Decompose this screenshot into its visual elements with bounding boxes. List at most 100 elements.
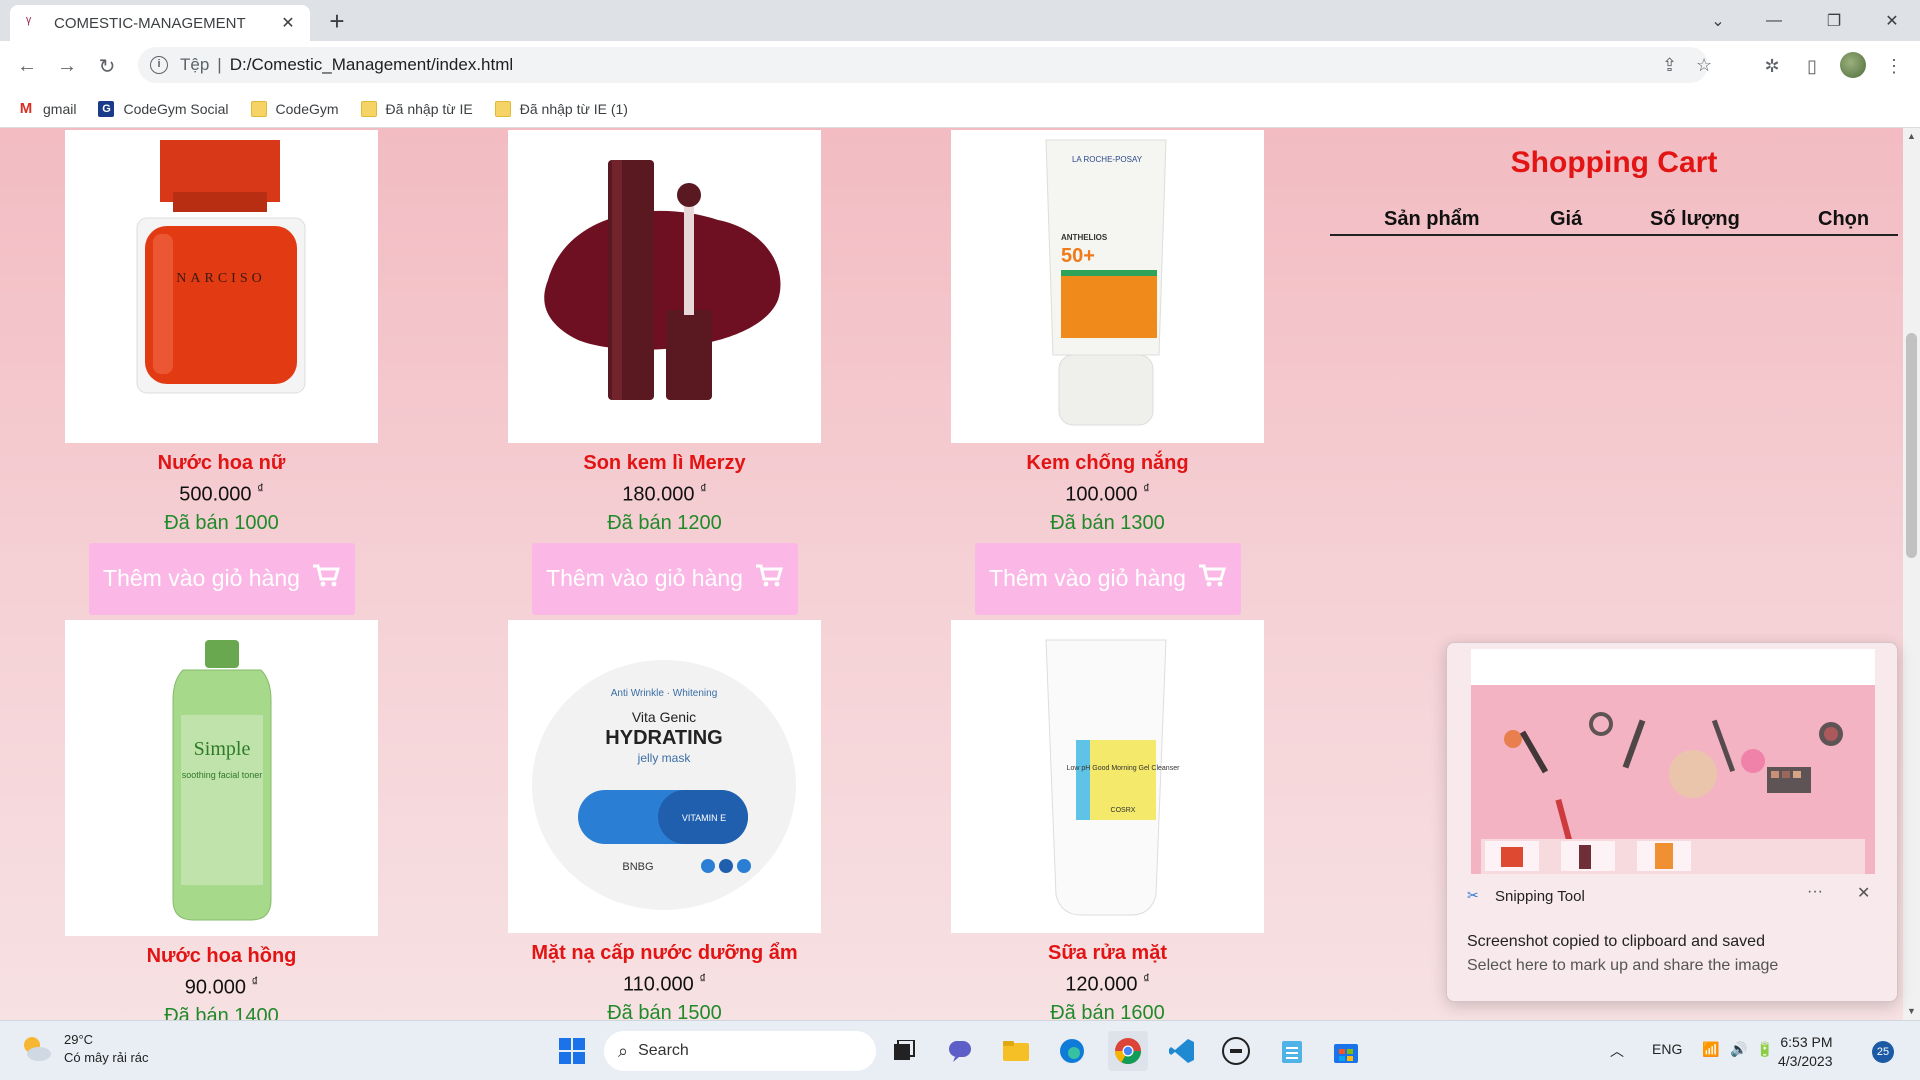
cart-col-select: Chọn: [1818, 208, 1870, 230]
browser-toolbar: ← → ↻ i Tệp | D:/Comestic_Management/ind…: [0, 41, 1920, 90]
weather-widget[interactable]: 29°C Có mây rải rác: [20, 1031, 149, 1067]
page-scrollbar[interactable]: ▲ ▼: [1903, 128, 1920, 1020]
cart-col-price: Giá: [1550, 208, 1583, 230]
wifi-icon[interactable]: 📶: [1702, 1041, 1719, 1058]
restore-button[interactable]: ❐: [1806, 0, 1862, 41]
taskbar-search[interactable]: ⌕ Search: [604, 1031, 876, 1071]
folder-icon: [250, 100, 267, 117]
close-window-button[interactable]: ✕: [1864, 0, 1920, 41]
browser-tab[interactable]: ᵞ COMESTIC-MANAGEMENT ✕: [10, 5, 310, 41]
scroll-down-icon[interactable]: ▼: [1903, 1003, 1920, 1020]
product-name: Kem chống nắng: [1026, 452, 1189, 474]
product-sold: Đã bán 1300: [1050, 511, 1165, 534]
back-icon[interactable]: ←: [10, 49, 44, 83]
svg-text:jelly mask: jelly mask: [637, 751, 692, 765]
add-to-cart-button[interactable]: Thêm vào giỏ hàng: [531, 542, 798, 615]
bookmark-label: CodeGym: [275, 100, 339, 117]
add-to-cart-button[interactable]: Thêm vào giỏ hàng: [974, 542, 1241, 615]
weather-desc: Có mây rải rác: [64, 1050, 149, 1065]
battery-icon[interactable]: 🔋: [1756, 1041, 1773, 1058]
site-info-icon[interactable]: i: [150, 56, 168, 74]
extensions-icon[interactable]: ✲: [1757, 51, 1787, 81]
product-name: Nước hoa nữ: [157, 452, 286, 474]
task-view-icon[interactable]: [884, 1031, 924, 1071]
product-card: Anti Wrinkle · Whitening Vita Genic HYDR…: [508, 620, 821, 1020]
more-options-icon[interactable]: ···: [1807, 883, 1823, 901]
bookmark-label: Đã nhập từ IE (1): [519, 100, 628, 117]
product-sold: Đã bán 1400: [164, 1004, 279, 1020]
product-image-perfume: NARCISO: [65, 130, 378, 443]
product-card: Son kem lì Merzy 180.000 ₫ Đã bán 1200 T…: [508, 130, 821, 615]
svg-text:BNBG: BNBG: [622, 861, 653, 873]
cart-icon: [312, 564, 340, 594]
product-price: 120.000 ₫: [1065, 971, 1150, 996]
edge-browser-icon[interactable]: [1052, 1031, 1092, 1071]
cart-table-header: Sản phẩm Giá Số lượng Chọn: [1330, 208, 1898, 236]
menu-icon[interactable]: ⋮: [1879, 51, 1909, 81]
forward-icon[interactable]: →: [50, 49, 84, 83]
address-bar[interactable]: i Tệp | D:/Comestic_Management/index.htm…: [138, 47, 1712, 83]
side-panel-icon[interactable]: ▯: [1797, 51, 1827, 81]
svg-text:Anti Wrinkle · Whitening: Anti Wrinkle · Whitening: [611, 688, 718, 699]
url-text[interactable]: D:/Comestic_Management/index.html: [230, 55, 513, 75]
weather-temp: 29°C: [64, 1032, 94, 1047]
gmail-icon: M: [19, 100, 33, 117]
svg-text:soothing facial toner: soothing facial toner: [182, 770, 263, 780]
product-image-toner: Simple soothing facial toner: [65, 620, 378, 936]
bookmark-imported-ie-1[interactable]: Đã nhập từ IE (1): [494, 100, 628, 117]
site-favicon-icon: ᵞ: [26, 14, 32, 31]
show-hidden-icons[interactable]: ︿: [1610, 1041, 1624, 1061]
add-to-cart-button[interactable]: Thêm vào giỏ hàng: [88, 542, 355, 615]
notepad-icon[interactable]: [1272, 1031, 1312, 1071]
product-card: Low pH Good Morning Gel Cleanser COSRX S…: [951, 620, 1264, 1020]
taskbar: 29°C Có mây rải rác ⌕ Search ︿ ENG 📶 🔊 🔋…: [0, 1020, 1920, 1080]
product-card: NARCISO Nước hoa nữ 500.000 ₫ Đã bán 100…: [65, 130, 378, 615]
close-tab-icon[interactable]: ✕: [278, 13, 298, 33]
system-clock[interactable]: 6:53 PM 4/3/2023: [1778, 1033, 1833, 1071]
bookmark-gmail[interactable]: M gmail: [18, 100, 77, 117]
perfume-brand: NARCISO: [176, 271, 265, 286]
dell-icon[interactable]: [1216, 1031, 1256, 1071]
cart-icon: [755, 564, 783, 594]
teams-chat-icon[interactable]: [940, 1031, 980, 1071]
notification-badge[interactable]: 25: [1872, 1041, 1894, 1063]
language-indicator[interactable]: ENG: [1652, 1041, 1682, 1057]
screenshot-thumbnail[interactable]: [1471, 649, 1875, 874]
product-price: 90.000 ₫: [184, 974, 259, 999]
url-scheme: Tệp: [180, 55, 210, 74]
scroll-thumb[interactable]: [1906, 333, 1917, 558]
vscode-icon[interactable]: [1162, 1031, 1202, 1071]
product-name: Son kem lì Merzy: [583, 452, 746, 474]
new-tab-button[interactable]: +: [322, 7, 352, 37]
product-card: Simple soothing facial toner Nước hoa hồ…: [65, 620, 378, 1020]
store-icon[interactable]: [1326, 1031, 1366, 1071]
reload-icon[interactable]: ↻: [90, 49, 124, 83]
bookmark-codegym-social[interactable]: G CodeGym Social: [98, 100, 229, 117]
svg-text:COSRX: COSRX: [1111, 807, 1136, 814]
tab-search-icon[interactable]: ⌄: [1690, 0, 1746, 41]
start-windows-icon[interactable]: [552, 1031, 592, 1071]
minimize-button[interactable]: —: [1746, 0, 1802, 41]
bookmark-star-icon[interactable]: ☆: [1696, 47, 1712, 83]
volume-icon[interactable]: 🔊: [1730, 1041, 1747, 1058]
svg-text:50+: 50+: [1061, 245, 1095, 267]
folder-icon: [494, 100, 511, 117]
share-icon[interactable]: ⇪: [1662, 47, 1677, 83]
product-price: 500.000 ₫: [179, 481, 264, 506]
toast-app-label: ✂ Snipping Tool: [1467, 887, 1585, 905]
codegym-icon: G: [98, 100, 115, 117]
product-name: Sữa rửa mặt: [1047, 942, 1167, 964]
bookmark-codegym[interactable]: CodeGym: [250, 100, 339, 117]
bookmarks-bar: M gmail G CodeGym Social CodeGym Đã nhập…: [0, 90, 1920, 128]
file-explorer-icon[interactable]: [996, 1031, 1036, 1071]
chrome-browser-icon[interactable]: [1108, 1031, 1148, 1071]
close-icon[interactable]: ✕: [1857, 883, 1870, 903]
scroll-up-icon[interactable]: ▲: [1903, 128, 1920, 145]
profile-avatar[interactable]: [1840, 52, 1866, 78]
product-sold: Đã bán 1600: [1050, 1001, 1165, 1020]
snipping-tool-icon: ✂: [1467, 887, 1479, 903]
product-card: LA ROCHE-POSAY ANTHELIOS 50+ Kem chống n…: [951, 130, 1264, 615]
toast-message: Screenshot copied to clipboard and saved: [1467, 933, 1765, 950]
bookmark-imported-ie[interactable]: Đã nhập từ IE: [360, 100, 473, 117]
snipping-tool-notification[interactable]: ✂ Snipping Tool ··· ✕ Screenshot copied …: [1446, 642, 1898, 1002]
